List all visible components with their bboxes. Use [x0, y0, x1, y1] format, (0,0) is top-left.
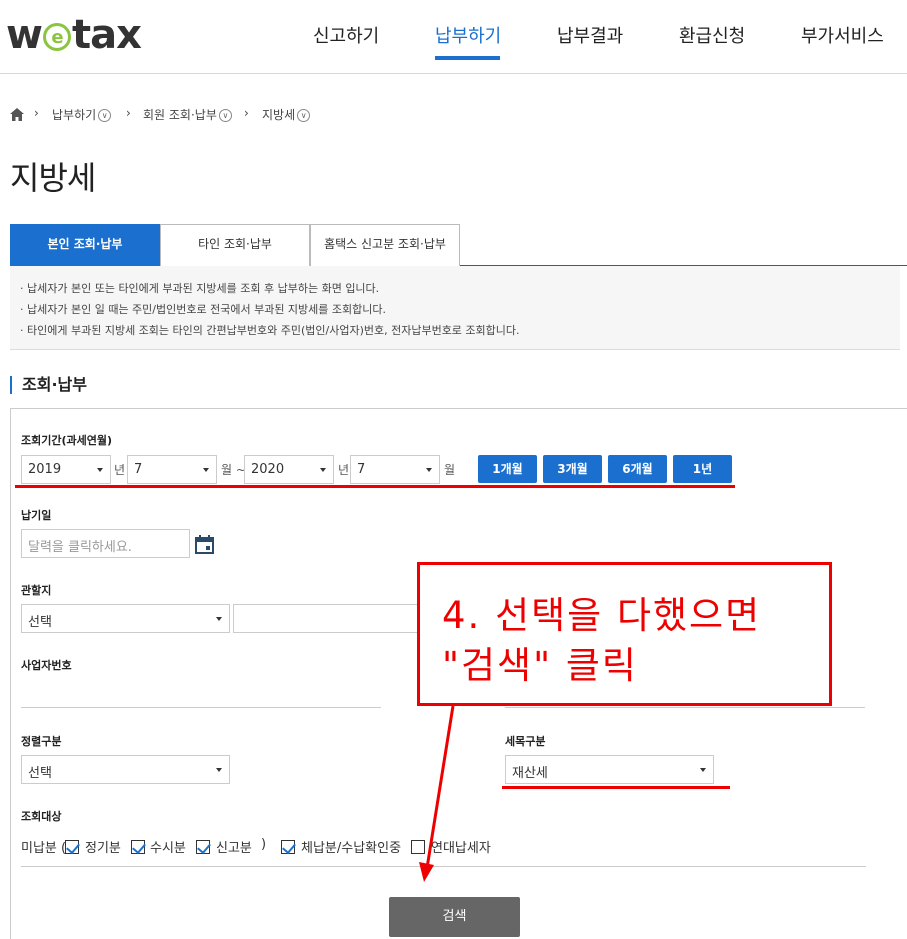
dropdown-arrow-icon: [426, 468, 432, 472]
nav-active-underline: [435, 56, 500, 60]
home-icon[interactable]: [10, 108, 24, 121]
info-line: · 납세자가 본인 일 때는 주민/법인번호로 전국에서 부과된 지방세를 조회…: [20, 303, 387, 316]
section-title: 조회·납부: [10, 376, 87, 394]
due-date-label: 납기일: [21, 509, 52, 522]
chevron-down-icon[interactable]: ∨: [297, 109, 311, 122]
nav-item-pay-result[interactable]: 납부결과: [557, 22, 623, 48]
month-unit: 월: [444, 463, 456, 477]
tax-item-label: 세목구분: [505, 735, 546, 748]
month-unit-tilde: 월 ~: [221, 463, 246, 477]
breadcrumb-item-pay[interactable]: 납부하기 ∨: [52, 106, 112, 123]
annotation-callout: 4. 선택을 다했으면 "검색" 클릭: [417, 562, 832, 706]
site-header: w e tax 신고하기 납부하기 납부결과 환급신청 부가서비스: [0, 0, 907, 74]
dropdown-arrow-icon: [216, 617, 222, 621]
tab-hometax-lookup[interactable]: 홈택스 신고분 조회·납부: [310, 224, 460, 266]
page-title: 지방세: [10, 159, 96, 197]
tab-bar: 본인 조회·납부 타인 조회·납부 홈택스 신고분 조회·납부: [10, 224, 907, 266]
target-label: 조회대상: [21, 810, 62, 823]
period-1year-button[interactable]: 1년: [673, 455, 732, 483]
year-unit: 년: [114, 463, 126, 477]
info-box: · 납세자가 본인 또는 타인에게 부과된 지방세를 조회 후 납부하는 화면 …: [10, 266, 900, 350]
sort-label: 정렬구분: [21, 735, 62, 748]
to-month-select[interactable]: 7: [350, 455, 440, 484]
info-line: · 타인에게 부과된 지방세 조회는 타인의 간편납부번호와 주민(법인/사업자…: [20, 324, 520, 337]
chevron-down-icon[interactable]: ∨: [98, 109, 112, 122]
annotation-line-2: "검색" 클릭: [442, 644, 638, 687]
nav-item-report[interactable]: 신고하기: [313, 22, 379, 48]
from-month-select[interactable]: 7: [127, 455, 217, 484]
select-value: 7: [134, 462, 143, 477]
jurisdiction-label: 관할지: [21, 584, 52, 597]
checkbox-delinquent[interactable]: [281, 840, 295, 854]
checkbox-label: 체납분/수납확인중: [301, 841, 402, 856]
tab-self-lookup[interactable]: 본인 조회·납부: [10, 224, 160, 266]
annotation-underline-period: [15, 485, 735, 488]
chevron-right-icon: ›: [126, 106, 131, 120]
checkbox-occasional[interactable]: [131, 840, 145, 854]
year-unit: 년: [338, 463, 350, 477]
period-6month-button[interactable]: 6개월: [608, 455, 667, 483]
nav-item-extra-services[interactable]: 부가서비스: [801, 22, 884, 48]
chevron-right-icon: ›: [244, 106, 249, 120]
dropdown-arrow-icon: [700, 768, 706, 772]
dropdown-arrow-icon: [216, 768, 222, 772]
due-date-input[interactable]: 달력을 클릭하세요.: [21, 529, 190, 558]
checkbox-regular[interactable]: [65, 840, 79, 854]
select-value: 재산세: [512, 766, 548, 781]
select-value: 선택: [28, 766, 52, 781]
close-paren: ): [261, 837, 267, 852]
dropdown-arrow-icon: [320, 468, 326, 472]
calendar-icon[interactable]: [195, 535, 214, 554]
sort-select[interactable]: 선택: [21, 755, 230, 784]
unpaid-prefix: 미납분 (: [21, 841, 67, 856]
to-year-select[interactable]: 2020: [244, 455, 334, 484]
breadcrumb-label: 납부하기: [52, 108, 97, 122]
form-divider: [21, 866, 866, 867]
info-line: · 납세자가 본인 또는 타인에게 부과된 지방세를 조회 후 납부하는 화면 …: [20, 282, 380, 295]
main-nav: 신고하기 납부하기 납부결과 환급신청 부가서비스: [0, 22, 907, 60]
from-year-select[interactable]: 2019: [21, 455, 111, 484]
tab-other-lookup[interactable]: 타인 조회·납부: [160, 224, 310, 266]
checkbox-label: 연대납세자: [431, 841, 491, 856]
dropdown-arrow-icon: [203, 468, 209, 472]
chevron-right-icon: ›: [34, 106, 39, 120]
nav-item-refund[interactable]: 환급신청: [679, 22, 745, 48]
nav-item-pay[interactable]: 납부하기: [435, 22, 501, 48]
period-label: 조회기간(과세연월): [21, 434, 113, 447]
select-value: 선택: [28, 615, 52, 630]
business-no-input[interactable]: [21, 679, 381, 708]
breadcrumb-label: 지방세: [262, 108, 296, 122]
tax-item-select[interactable]: 재산세: [505, 755, 714, 784]
period-1month-button[interactable]: 1개월: [478, 455, 537, 483]
business-no-label: 사업자번호: [21, 659, 72, 672]
select-value: 2020: [251, 462, 285, 477]
select-value: 7: [357, 462, 366, 477]
breadcrumb-item-member[interactable]: 회원 조회·납부 ∨: [143, 106, 232, 123]
breadcrumb-label: 회원 조회·납부: [143, 108, 217, 122]
select-value: 2019: [28, 462, 62, 477]
period-3month-button[interactable]: 3개월: [543, 455, 602, 483]
jurisdiction-sub-select[interactable]: [233, 604, 442, 633]
search-button[interactable]: 검색: [389, 897, 520, 937]
dropdown-arrow-icon: [97, 468, 103, 472]
checkbox-label: 신고분: [216, 841, 252, 856]
checkbox-label: 정기분: [85, 841, 121, 856]
annotation-underline-tax-item: [502, 786, 730, 789]
breadcrumb-item-local-tax[interactable]: 지방세 ∨: [262, 106, 311, 123]
annotation-line-1: 4. 선택을 다했으면: [442, 594, 762, 637]
checkbox-joint-taxpayer[interactable]: [411, 840, 425, 854]
jurisdiction-select[interactable]: 선택: [21, 604, 230, 633]
checkbox-label: 수시분: [150, 841, 186, 856]
chevron-down-icon[interactable]: ∨: [218, 109, 232, 122]
checkbox-declared[interactable]: [196, 840, 210, 854]
